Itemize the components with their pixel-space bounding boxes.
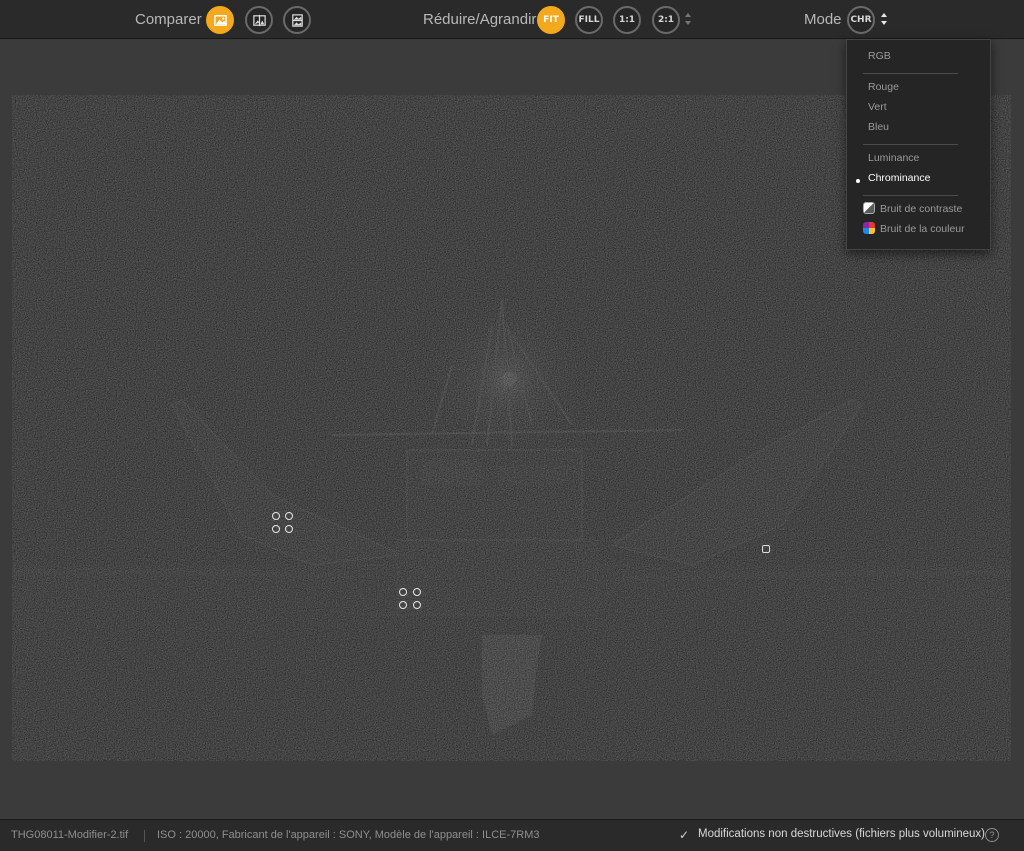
checkmark-icon: ✓ <box>678 828 690 842</box>
menu-item-rouge[interactable]: Rouge <box>868 80 899 94</box>
zoom-1-1-button[interactable]: 1:1 <box>613 6 641 34</box>
help-icon[interactable]: ? <box>985 828 999 842</box>
menu-item-chrominance[interactable]: Chrominance <box>868 171 930 185</box>
menu-divider <box>863 144 958 145</box>
zoom-stepper-icon[interactable] <box>684 11 692 27</box>
non-destructive-checkbox[interactable]: ✓ <box>677 828 691 842</box>
selected-dot-icon <box>856 179 860 183</box>
filename: THG08011-Modifier-2.tif <box>11 829 129 841</box>
loupe-marker-icon[interactable] <box>762 545 770 553</box>
resize-label: Réduire/Agrandir <box>423 11 537 28</box>
mode-stepper-icon[interactable] <box>880 11 888 27</box>
compare-split-button[interactable] <box>245 6 273 34</box>
menu-divider <box>863 73 958 74</box>
status-divider <box>144 830 145 842</box>
compare-stack-button[interactable] <box>283 6 311 34</box>
menu-item-label: Bruit de la couleur <box>880 223 965 235</box>
menu-item-color-noise[interactable]: Bruit de la couleur <box>863 222 965 236</box>
contrast-noise-icon <box>863 202 875 214</box>
compare-single-button[interactable] <box>206 6 234 34</box>
toolbar: Comparer Réduire/Agrandir FIT FILL 1:1 2… <box>0 0 1024 39</box>
menu-item-label: Bruit de contraste <box>880 203 963 215</box>
menu-item-bleu[interactable]: Bleu <box>868 120 889 134</box>
status-bar: THG08011-Modifier-2.tif ISO : 20000, Fab… <box>0 819 1024 851</box>
stacked-view-icon <box>291 13 303 27</box>
mode-label: Mode <box>804 11 842 28</box>
selection-handle[interactable] <box>272 512 280 520</box>
image-icon <box>213 14 227 26</box>
menu-item-luminance[interactable]: Luminance <box>868 151 919 165</box>
mode-button[interactable]: CHR <box>847 6 875 34</box>
menu-item-vert[interactable]: Vert <box>868 100 887 114</box>
selection-handle[interactable] <box>399 588 407 596</box>
zoom-fill-button[interactable]: FILL <box>575 6 603 34</box>
split-view-icon <box>252 14 266 26</box>
selection-handle[interactable] <box>413 601 421 609</box>
zoom-fit-button[interactable]: FIT <box>537 6 565 34</box>
selection-handle[interactable] <box>285 525 293 533</box>
zoom-2-1-button[interactable]: 2:1 <box>652 6 680 34</box>
selection-handle[interactable] <box>272 525 280 533</box>
selection-handle[interactable] <box>413 588 421 596</box>
image-metadata: ISO : 20000, Fabricant de l'appareil : S… <box>157 829 540 841</box>
mode-dropdown-menu: RGB Rouge Vert Bleu Luminance Chrominanc… <box>846 39 991 250</box>
selection-handle[interactable] <box>399 601 407 609</box>
selection-handle[interactable] <box>285 512 293 520</box>
menu-item-contrast-noise[interactable]: Bruit de contraste <box>863 202 963 216</box>
non-destructive-label: Modifications non destructives (fichiers… <box>698 828 985 840</box>
compare-label: Comparer <box>135 11 202 28</box>
menu-divider <box>863 195 958 196</box>
menu-item-rgb[interactable]: RGB <box>868 49 891 63</box>
color-noise-icon <box>863 222 875 234</box>
